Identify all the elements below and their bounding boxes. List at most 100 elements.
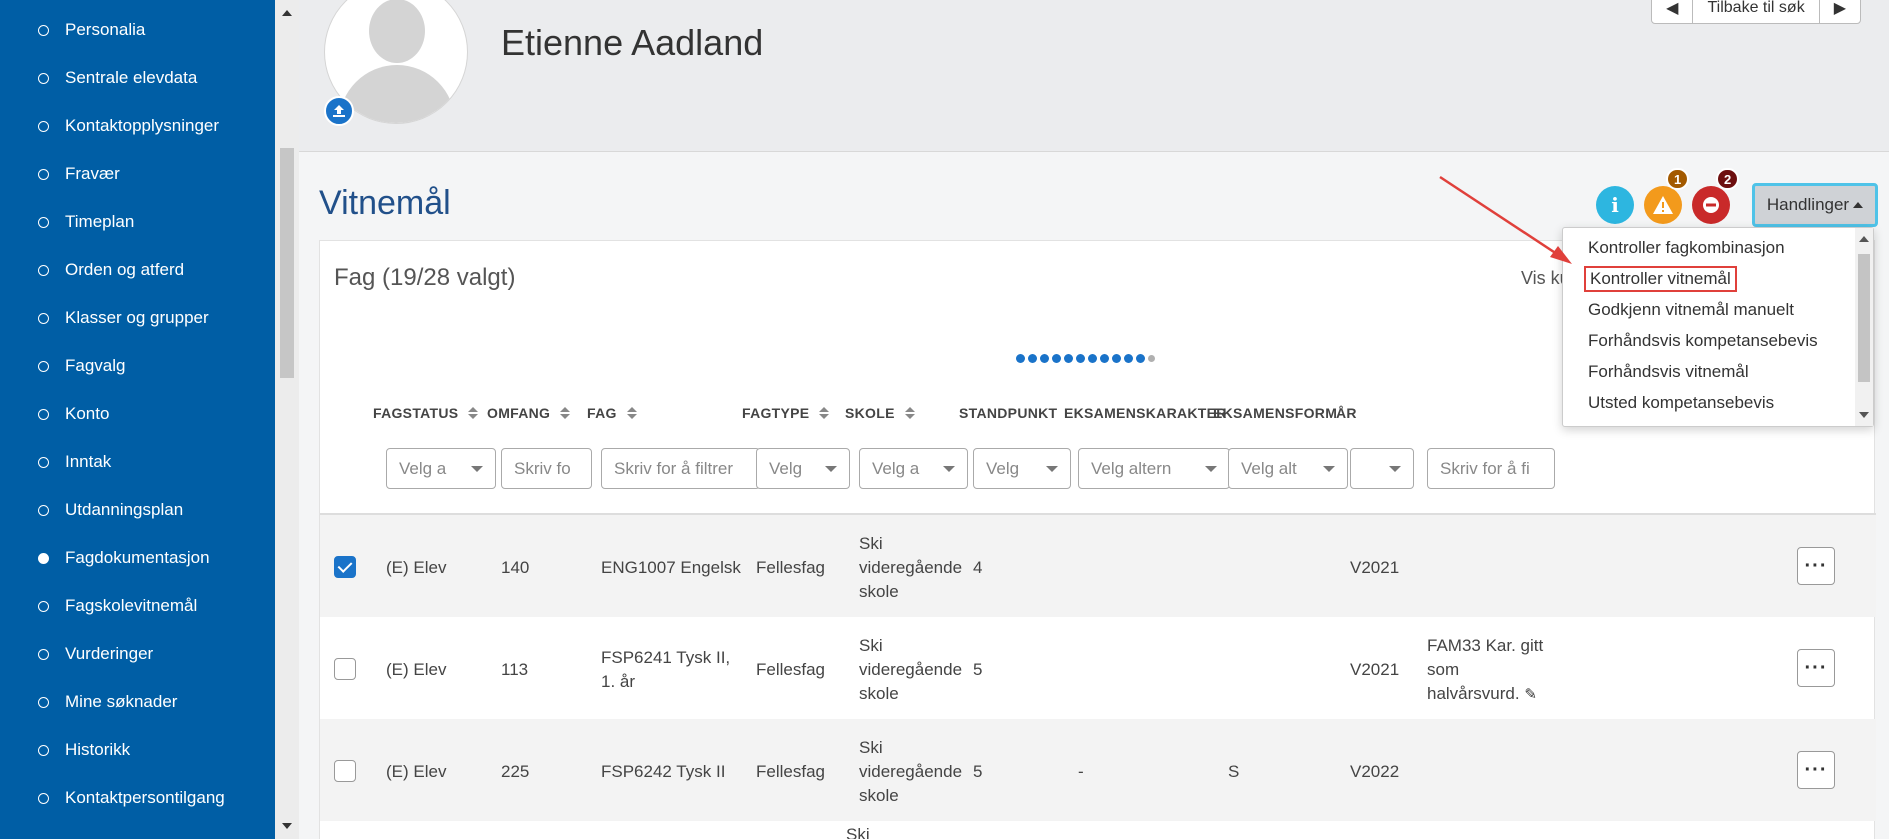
column-header-fag[interactable]: FAG: [587, 405, 637, 421]
table-cell-fagtype: Fellesfag: [756, 558, 825, 577]
page-dot[interactable]: [1136, 354, 1145, 363]
sidebar-item-kontaktpersontilgang[interactable]: Kontaktpersontilgang: [0, 774, 275, 822]
sidebar-item-sentrale-elevdata[interactable]: Sentrale elevdata: [0, 54, 275, 102]
page-dot[interactable]: [1100, 354, 1109, 363]
filter-eksamensform[interactable]: Velg alt: [1228, 448, 1348, 489]
filter-fagtype[interactable]: Velg: [756, 448, 850, 489]
warning-icon[interactable]: [1644, 186, 1682, 224]
sidebar-item-fagvalg[interactable]: Fagvalg: [0, 342, 275, 390]
next-button[interactable]: ▶: [1820, 0, 1860, 23]
page-dot[interactable]: [1124, 354, 1133, 363]
error-icon[interactable]: [1692, 186, 1730, 224]
column-header-skole[interactable]: SKOLE: [845, 405, 915, 421]
filter-fag[interactable]: Skriv for å filtrer: [601, 448, 760, 489]
page-dot[interactable]: [1040, 354, 1049, 363]
record-navigation: ◀ Tilbake til søk ▶: [1651, 0, 1861, 24]
sidebar-item-label: Fravær: [65, 164, 120, 183]
menu-item-kontroller-fagkombinasjon[interactable]: Kontroller fagkombinasjon: [1588, 238, 1785, 258]
sidebar-item-fagskolevitnemål[interactable]: Fagskolevitnemål: [0, 582, 275, 630]
pencil-icon[interactable]: ✎: [1524, 686, 1537, 703]
menu-item-utsted-kompetansebevis[interactable]: Utsted kompetansebevis: [1588, 393, 1774, 413]
sidebar-item-konto[interactable]: Konto: [0, 390, 275, 438]
column-header-fagtype[interactable]: FAGTYPE: [742, 405, 830, 421]
menu-item-forhåndsvis-vitnemål[interactable]: Forhåndsvis vitnemål: [1588, 362, 1749, 382]
upload-photo-button[interactable]: [324, 96, 354, 126]
scroll-down-icon[interactable]: [1859, 412, 1869, 418]
row-more-button[interactable]: ···: [1797, 751, 1835, 789]
sort-icon[interactable]: [904, 407, 915, 419]
page-dot[interactable]: [1112, 354, 1121, 363]
actions-menu: Kontroller fagkombinasjon Kontroller vitn…: [1562, 227, 1874, 427]
sidebar-item-timeplan[interactable]: Timeplan: [0, 198, 275, 246]
scrollbar-thumb[interactable]: [1858, 254, 1870, 382]
sidebar-item-vurderinger[interactable]: Vurderinger: [0, 630, 275, 678]
menu-item-kontroller-vitnemål[interactable]: Kontroller vitnemål: [1584, 266, 1737, 292]
bullet-icon: [38, 24, 49, 36]
sort-icon[interactable]: [560, 407, 571, 419]
table-cell-fagstatus: (E) Elev: [386, 762, 447, 781]
sidebar: Personalia Sentrale elevdata Kontaktopplys…: [0, 0, 275, 839]
row-checkbox[interactable]: [334, 556, 356, 578]
sort-icon[interactable]: [819, 407, 830, 419]
previous-button[interactable]: ◀: [1652, 0, 1694, 23]
scrollbar-thumb[interactable]: [280, 148, 294, 378]
bullet-icon: [38, 408, 49, 420]
sidebar-item-personalia[interactable]: Personalia: [0, 6, 275, 54]
bullet-icon: [38, 552, 49, 564]
filter-ar[interactable]: [1350, 448, 1414, 489]
sidebar-item-inntak[interactable]: Inntak: [0, 438, 275, 486]
more-dots-icon: ···: [1804, 758, 1828, 781]
menu-scrollbar[interactable]: [1855, 228, 1873, 426]
sidebar-item-label: Personalia: [65, 20, 146, 39]
row-more-button[interactable]: ···: [1797, 547, 1835, 585]
scroll-up-icon[interactable]: [282, 10, 292, 16]
column-header-standpunkt[interactable]: STANDPUNKT: [959, 405, 1057, 421]
page-dot[interactable]: [1052, 354, 1061, 363]
column-header-eksamensform[interactable]: EKSAMENSFORM: [1213, 405, 1337, 421]
sort-icon[interactable]: [626, 407, 637, 419]
column-header-omfang[interactable]: OMFANG: [487, 405, 571, 421]
column-header-eksamenskarakter[interactable]: EKSAMENSKARAKTER: [1064, 405, 1227, 421]
triangle-left-icon: ◀: [1666, 0, 1679, 17]
sidebar-item-kontaktopplysninger[interactable]: Kontaktopplysninger: [0, 102, 275, 150]
table-cell-fagtype: Fellesfag: [756, 660, 825, 679]
bullet-icon: [38, 216, 49, 228]
row-checkbox[interactable]: [334, 658, 356, 680]
sidebar-item-fravær[interactable]: Fravær: [0, 150, 275, 198]
page-dot[interactable]: [1088, 354, 1097, 363]
sidebar-item-utdanningsplan[interactable]: Utdanningsplan: [0, 486, 275, 534]
row-more-button[interactable]: ···: [1797, 649, 1835, 687]
back-to-search-button[interactable]: Tilbake til søk: [1693, 0, 1820, 23]
sidebar-item-klasser-og-grupper[interactable]: Klasser og grupper: [0, 294, 275, 342]
sidebar-item-læreplan[interactable]: Læreplan: [0, 822, 275, 839]
page-dot[interactable]: [1064, 354, 1073, 363]
filter-fagstatus[interactable]: Velg a: [386, 448, 496, 489]
actions-button[interactable]: Handlinger: [1752, 183, 1878, 227]
page-dot[interactable]: [1148, 355, 1155, 362]
sidebar-item-orden-og-atferd[interactable]: Orden og atferd: [0, 246, 275, 294]
row-checkbox[interactable]: [334, 760, 356, 782]
column-header-ar[interactable]: ÅR: [1336, 405, 1357, 421]
sort-icon[interactable]: [468, 407, 479, 419]
table-cell-skole: Ski videregående skole: [859, 738, 963, 805]
filter-eksamenskarakter[interactable]: Velg altern: [1078, 448, 1230, 489]
filter-standpunkt[interactable]: Velg: [973, 448, 1071, 489]
filter-merknad[interactable]: Skriv for å fi: [1427, 448, 1555, 489]
column-header-fagstatus[interactable]: FAGSTATUS: [373, 405, 479, 421]
menu-item-godkjenn-vitnemål-manuelt[interactable]: Godkjenn vitnemål manuelt: [1588, 300, 1794, 320]
filter-omfang[interactable]: Skriv fo: [501, 448, 592, 489]
sidebar-item-fagdokumentasjon[interactable]: Fagdokumentasjon: [0, 534, 275, 582]
menu-item-forhåndsvis-kompetansebevis[interactable]: Forhåndsvis kompetansebevis: [1588, 331, 1818, 351]
scroll-up-icon[interactable]: [1859, 236, 1869, 242]
page-dot[interactable]: [1076, 354, 1085, 363]
info-icon[interactable]: i: [1596, 186, 1634, 224]
sidebar-item-label: Fagskolevitnemål: [65, 596, 198, 615]
page-dot[interactable]: [1028, 354, 1037, 363]
sidebar-item-mine-søknader[interactable]: Mine søknader: [0, 678, 275, 726]
sidebar-item-historikk[interactable]: Historikk: [0, 726, 275, 774]
page-dot[interactable]: [1016, 354, 1025, 363]
sidebar-scrollbar[interactable]: [275, 0, 299, 839]
bullet-icon: [38, 264, 49, 276]
scroll-down-icon[interactable]: [282, 823, 292, 829]
filter-skole[interactable]: Velg a: [859, 448, 968, 489]
